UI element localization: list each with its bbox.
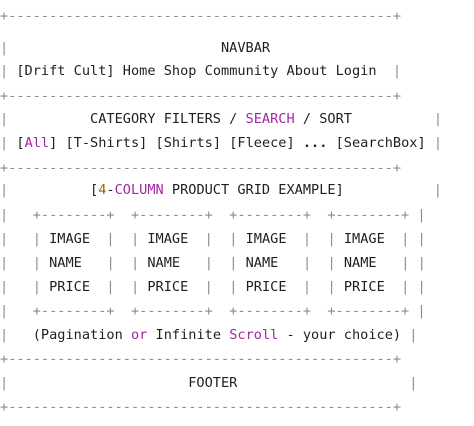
card-name-row: | | NAME | | NAME | | NAME | | NAME | | bbox=[0, 255, 426, 271]
footer-row: | FOOTER | bbox=[0, 375, 418, 391]
nav-link-shop[interactable]: Shop bbox=[164, 63, 197, 79]
card-image-row: | | IMAGE | | IMAGE | | IMAGE | | IMAGE … bbox=[0, 231, 426, 247]
card-borders-bottom: | +--------+ +--------+ +--------+ +----… bbox=[0, 303, 426, 319]
filter-more: ... bbox=[302, 135, 328, 151]
grid-title: [4-COLUMN PRODUCT GRID EXAMPLE] bbox=[90, 182, 344, 198]
sort-link[interactable]: SORT bbox=[319, 111, 352, 127]
ascii-wireframe: +---------------------------------------… bbox=[0, 0, 474, 426]
filters-title: CATEGORY FILTERS bbox=[90, 111, 221, 127]
navbar-title-row: | NAVBAR | bbox=[0, 40, 271, 56]
search-link[interactable]: SEARCH bbox=[246, 111, 295, 127]
grid-title-row: | [4-COLUMN PRODUCT GRID EXAMPLE] | bbox=[0, 182, 442, 198]
product-name[interactable]: NAME bbox=[246, 255, 279, 271]
product-image[interactable]: IMAGE bbox=[147, 231, 188, 247]
footer-title: FOOTER bbox=[188, 375, 238, 391]
navbar-links-row: | [Drift Cult] Home Shop Community About… bbox=[0, 63, 402, 79]
filter-options-row: | [All] [T-Shirts] [Shirts] [Fleece] ...… bbox=[0, 135, 443, 151]
border-line: +---------------------------------------… bbox=[0, 8, 402, 24]
product-name[interactable]: NAME bbox=[344, 255, 377, 271]
product-image[interactable]: IMAGE bbox=[246, 231, 287, 247]
border-line: +---------------------------------------… bbox=[0, 160, 402, 176]
product-price: PRICE bbox=[147, 279, 189, 295]
pagination-row: | (Pagination or Infinite Scroll - your … bbox=[0, 327, 418, 343]
product-image[interactable]: IMAGE bbox=[49, 231, 90, 247]
filter-shirts[interactable]: [Shirts] bbox=[156, 135, 221, 151]
border-line: +---------------------------------------… bbox=[0, 88, 402, 104]
product-name[interactable]: NAME bbox=[49, 255, 82, 271]
filters-title-row: | CATEGORY FILTERS / SEARCH / SORT | bbox=[0, 111, 442, 127]
search-box[interactable]: [SearchBox] bbox=[336, 135, 426, 151]
border-line: +---------------------------------------… bbox=[0, 399, 402, 415]
nav-link-login[interactable]: Login bbox=[336, 63, 377, 79]
filter-all[interactable]: [All] bbox=[16, 135, 57, 151]
filter-fleece[interactable]: [Fleece] bbox=[229, 135, 294, 151]
navbar-title: NAVBAR bbox=[220, 40, 271, 56]
pagination-note: (Pagination or Infinite Scroll - your ch… bbox=[32, 327, 402, 343]
product-image[interactable]: IMAGE bbox=[344, 231, 385, 247]
card-borders-top: | +--------+ +--------+ +--------+ +----… bbox=[0, 207, 426, 223]
card-price-row: | | PRICE | | PRICE | | PRICE | | PRICE … bbox=[0, 279, 426, 295]
nav-link-about[interactable]: About bbox=[287, 63, 328, 79]
product-price: PRICE bbox=[245, 279, 287, 295]
nav-link-community[interactable]: Community bbox=[205, 63, 279, 79]
nav-link-home[interactable]: Home bbox=[123, 63, 156, 79]
filter-tshirts[interactable]: [T-Shirts] bbox=[66, 135, 148, 151]
nav-link-brand[interactable]: [Drift Cult] bbox=[16, 63, 114, 79]
product-price: PRICE bbox=[343, 279, 385, 295]
border-line: +---------------------------------------… bbox=[0, 351, 402, 367]
product-name[interactable]: NAME bbox=[147, 255, 180, 271]
product-price: PRICE bbox=[49, 279, 91, 295]
